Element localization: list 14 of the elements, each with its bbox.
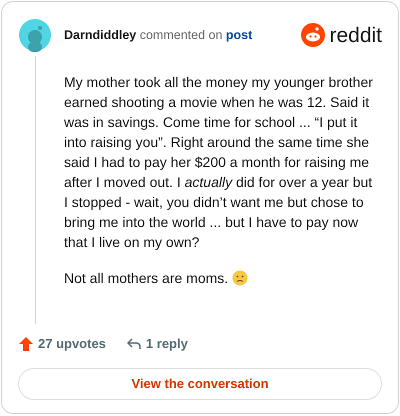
avatar-icon	[18, 18, 52, 52]
reddit-logo-icon	[301, 23, 326, 47]
reply-arrow-icon[interactable]	[126, 336, 142, 352]
view-conversation-button[interactable]: View the conversation	[18, 368, 382, 400]
upvote-arrow-icon[interactable]	[18, 336, 34, 352]
brand-name: reddit	[329, 24, 382, 46]
comment-paragraph: Not all mothers are moms.	[64, 269, 228, 288]
post-link[interactable]: post	[226, 28, 252, 42]
reply-count: 1 reply	[146, 335, 188, 353]
frown-emoji-icon	[232, 270, 248, 286]
comment-paragraph: My mother took all the money my younger brother earned shooting a movie when he was 12. Said it was in savings. Come time for school ... “I put it into raising you”. Right around the same time she said I had to pay her $200 a month for raising me after I moved out. I actually did for over a year but I stopped - wait, you didn’t want me but chose to bring me into the world ... but I have to pay now that I live on my own?	[64, 74, 373, 250]
author-name[interactable]: Darndiddley	[64, 28, 136, 42]
upvote-count: 27 upvotes	[38, 335, 106, 353]
comment-action: commented on	[140, 28, 222, 42]
